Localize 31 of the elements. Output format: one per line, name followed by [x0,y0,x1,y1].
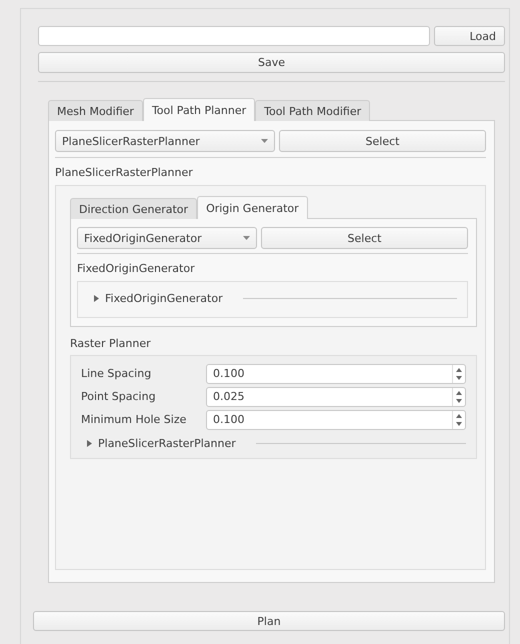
planner-dropdown[interactable]: PlaneSlicerRasterPlanner [55,130,275,152]
tab[interactable]: Tool Path Planner [142,98,256,121]
save-button[interactable]: Save [38,52,505,73]
collapsed-arrow-icon[interactable] [87,440,92,447]
parameter-label: Minimum Hole Size [81,413,188,426]
number-spinbox[interactable]: 0.025 [206,386,466,406]
parameter-label: Line Spacing [81,367,152,380]
dropdown-caret-icon [243,236,250,240]
load-button[interactable]: Load [434,26,505,46]
select-button[interactable]: Select [279,130,486,152]
tab[interactable]: Direction Generator [70,198,198,219]
section-label: FixedOriginGenerator [77,262,196,275]
spin-arrows-icon[interactable] [452,364,465,382]
number-spinbox[interactable]: 0.100 [206,410,466,430]
section-label: PlaneSlicerRasterPlanner [55,166,194,179]
tab[interactable]: Mesh Modifier [48,100,143,121]
dropdown-caret-icon [261,139,268,143]
parameter-label: Point Spacing [81,390,157,403]
tab[interactable]: Origin Generator [197,196,308,219]
number-spinbox[interactable]: 0.100 [206,364,466,384]
expander-label[interactable]: FixedOriginGenerator [105,292,223,305]
collapsed-arrow-icon[interactable] [94,295,99,302]
spin-arrows-icon[interactable] [452,388,465,406]
file-path-field[interactable] [38,26,430,46]
plan-button[interactable]: Plan [33,611,505,631]
spin-arrows-icon[interactable] [452,410,465,428]
expander-label[interactable]: PlaneSlicerRasterPlanner [98,437,236,450]
group-title: Raster Planner [70,337,152,350]
select-button[interactable]: Select [261,227,468,249]
generator-dropdown[interactable]: FixedOriginGenerator [77,227,257,249]
tab[interactable]: Tool Path Modifier [255,100,370,121]
